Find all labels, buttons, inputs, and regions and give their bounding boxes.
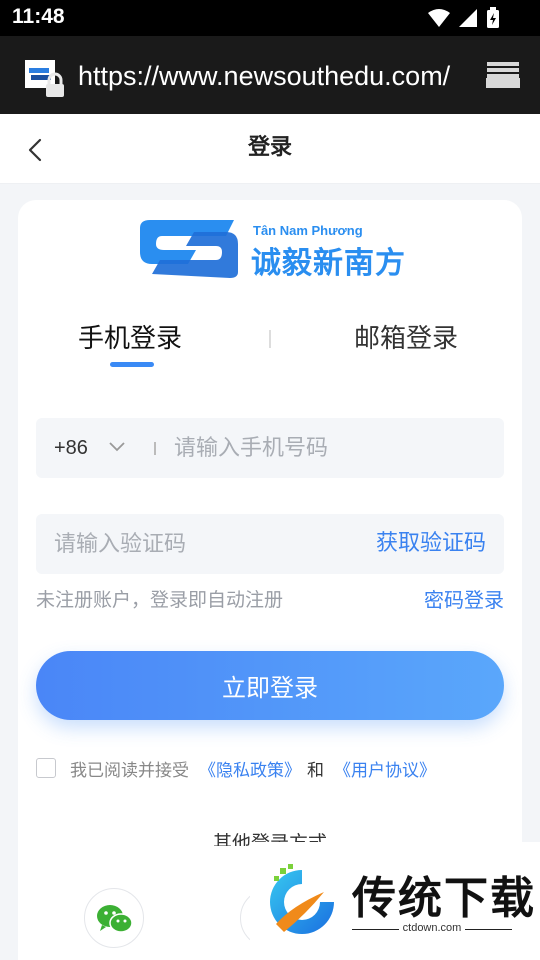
signal-icon xyxy=(459,9,477,27)
verification-code-field: 获取验证码 xyxy=(36,514,504,574)
phone-field: +86 xyxy=(36,418,504,478)
browser-address-bar: https://www.newsouthedu.com/ xyxy=(0,36,540,114)
get-code-button[interactable]: 获取验证码 xyxy=(376,514,486,574)
privacy-policy-link[interactable]: 《隐私政策》 xyxy=(199,756,301,781)
tabs-icon[interactable] xyxy=(484,60,522,90)
status-time: 11:48 xyxy=(12,5,65,28)
tab-phone-login[interactable]: 手机登录 xyxy=(78,318,182,355)
tab-divider xyxy=(269,330,271,348)
logo-name: 诚毅新南方 xyxy=(251,246,406,281)
agreement-text: 我已阅读并接受 xyxy=(70,760,189,781)
logo-subtitle: Tân Nam Phương xyxy=(253,223,363,238)
wechat-login-button[interactable] xyxy=(84,888,144,948)
watermark-url: ctdown.com xyxy=(352,922,512,934)
watermark-url-text: ctdown.com xyxy=(398,922,466,934)
agreement-checkbox[interactable] xyxy=(36,758,56,778)
status-icons xyxy=(428,7,500,29)
watermark-logo-icon xyxy=(270,864,334,934)
field-separator xyxy=(154,442,156,455)
phone-input[interactable] xyxy=(174,418,484,478)
watermark-name: 传统下载 xyxy=(352,873,536,924)
wechat-icon xyxy=(97,905,133,933)
wifi-icon xyxy=(428,9,450,27)
password-login-link[interactable]: 密码登录 xyxy=(424,584,504,613)
verification-code-input[interactable] xyxy=(54,514,354,574)
page-header: 登录 xyxy=(0,114,540,184)
auto-register-hint: 未注册账户，登录即自动注册 xyxy=(36,589,284,611)
user-agreement-link[interactable]: 《用户协议》 xyxy=(334,756,436,781)
battery-icon xyxy=(487,7,499,28)
agreement-and: 和 xyxy=(307,760,324,781)
site-lock-icon[interactable] xyxy=(24,58,66,98)
tab-email-login[interactable]: 邮箱登录 xyxy=(354,318,458,355)
country-code-select[interactable]: +86 xyxy=(54,418,88,478)
url-text[interactable]: https://www.newsouthedu.com/ xyxy=(78,56,458,96)
chevron-down-icon[interactable] xyxy=(108,440,126,454)
active-tab-indicator xyxy=(110,362,154,367)
page-title: 登录 xyxy=(247,135,292,160)
login-button[interactable]: 立即登录 xyxy=(36,651,504,720)
status-bar: 11:48 xyxy=(0,0,540,36)
agreement-row: 我已阅读并接受 《隐私政策》 和 《用户协议》 xyxy=(36,756,436,781)
